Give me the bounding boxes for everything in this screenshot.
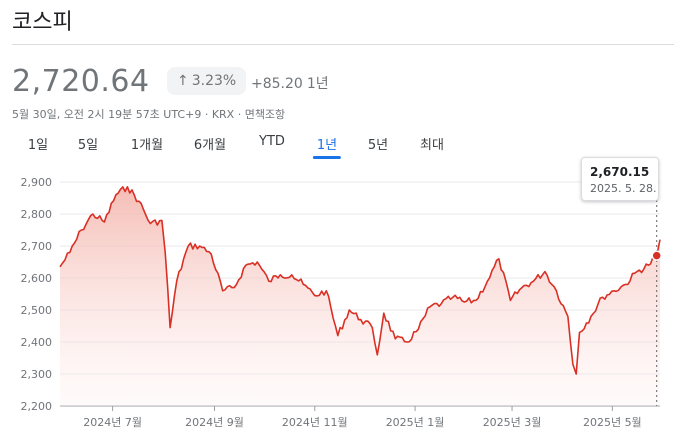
y-axis-ticks: 2,900 2,800 2,700 2,600 2,500 2,400 2,300 2,200 — [21, 176, 53, 413]
y-tick-label: 2,200 — [21, 400, 53, 413]
market-meta: 5월 30일, 오전 2시 19분 57초 UTC+9 · KRX · 면책조항 — [12, 108, 286, 121]
tab-6m[interactable]: 6개월 — [194, 134, 226, 153]
change-percent-badge: ↑ 3.23% — [167, 67, 247, 95]
y-tick-label: 2,900 — [21, 176, 53, 189]
tab-1y[interactable]: 1년 — [312, 134, 342, 159]
header-divider — [12, 44, 674, 45]
hover-tooltip: 2,670.15 2025. 5. 28. — [581, 157, 659, 201]
tab-max[interactable]: 최대 — [420, 134, 444, 153]
y-tick-label: 2,800 — [21, 208, 53, 221]
change-period: 1년 — [306, 76, 329, 92]
x-tick-label: 2025년 1월 — [386, 416, 445, 429]
change-absolute: +85.20 — [251, 76, 303, 92]
price-area — [60, 186, 660, 406]
tab-1m[interactable]: 1개월 — [131, 134, 163, 153]
range-tabs: 1일 5일 1개월 6개월 YTD 1년 5년 최대 — [0, 128, 674, 159]
tab-ytd[interactable]: YTD — [259, 134, 285, 149]
y-tick-label: 2,400 — [21, 336, 53, 349]
y-tick-label: 2,300 — [21, 368, 53, 381]
x-axis-ticks: 2024년 7월 2024년 9월 2024년 11월 2025년 1월 2025년 3… — [83, 406, 642, 429]
x-tick-label: 2025년 5월 — [583, 416, 642, 429]
tooltip-value: 2,670.15 — [590, 165, 650, 179]
hover-point[interactable] — [651, 250, 662, 261]
tab-5y[interactable]: 5년 — [368, 134, 388, 153]
tab-5d[interactable]: 5일 — [78, 134, 98, 153]
y-tick-label: 2,500 — [21, 304, 53, 317]
price-chart[interactable]: 2,900 2,800 2,700 2,600 2,500 2,400 2,300 2,200… — [0, 160, 674, 448]
page-title: 코스피 — [12, 10, 73, 35]
x-tick-label: 2024년 9월 — [185, 416, 244, 429]
change-percent: 3.23% — [191, 73, 237, 89]
x-tick-label: 2024년 11월 — [282, 416, 348, 429]
x-tick-label: 2025년 3월 — [483, 416, 542, 429]
y-tick-label: 2,700 — [21, 240, 53, 253]
tab-1d[interactable]: 1일 — [28, 134, 48, 153]
y-tick-label: 2,600 — [21, 272, 53, 285]
current-price: 2,720.64 — [12, 64, 150, 99]
arrow-up-icon: ↑ — [177, 73, 189, 89]
tooltip-date: 2025. 5. 28. — [590, 182, 657, 195]
change-absolute-group: +85.20 1년 — [251, 73, 329, 93]
x-tick-label: 2024년 7월 — [83, 416, 142, 429]
